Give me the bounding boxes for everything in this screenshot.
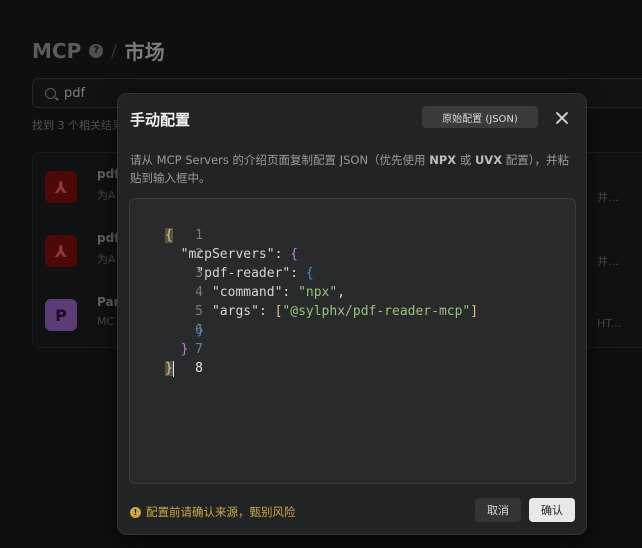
risk-warning: ! 配置前请确认来源，甄别风险 bbox=[130, 504, 296, 520]
manual-config-dialog: 手动配置 原始配置 (JSON) 请从 MCP Servers 的介绍页面复制配… bbox=[117, 93, 587, 535]
code-line: 6 } bbox=[130, 302, 204, 338]
desc-npx: NPX bbox=[429, 153, 457, 167]
warning-text: 配置前请确认来源，甄别风险 bbox=[146, 505, 296, 519]
dialog-description: 请从 MCP Servers 的介绍页面复制配置 JSON（优先使用 NPX 或… bbox=[130, 151, 574, 187]
dialog-title: 手动配置 bbox=[130, 111, 191, 129]
key-pdf-reader: "pdf-reader" bbox=[196, 266, 291, 281]
cancel-button[interactable]: 取消 bbox=[475, 498, 521, 522]
code-line: 3 "pdf-reader": { bbox=[130, 245, 314, 281]
code-line: 4 "command": "npx", bbox=[130, 264, 345, 300]
close-icon[interactable] bbox=[554, 110, 570, 126]
key-command: "command" bbox=[211, 285, 283, 300]
raw-json-button[interactable]: 原始配置 (JSON) bbox=[422, 106, 538, 128]
code-line: 5 "args": ["@sylphx/pdf-reader-mcp"] bbox=[130, 283, 478, 319]
text-cursor bbox=[172, 360, 175, 377]
code-line: 2 "mcpServers": { bbox=[130, 226, 298, 262]
key-args: "args" bbox=[211, 304, 259, 319]
json-editor[interactable]: 1{ 2 "mcpServers": { 3 "pdf-reader": { 4… bbox=[129, 198, 576, 484]
desc-text: 请从 MCP Servers 的介绍页面复制配置 JSON（优先使用 bbox=[130, 153, 430, 167]
value-args: "@sylphx/pdf-reader-mcp" bbox=[282, 304, 471, 319]
desc-uvx: UVX bbox=[474, 153, 503, 167]
warning-icon: ! bbox=[130, 506, 141, 518]
code-line: 7 } bbox=[130, 321, 203, 357]
value-command: "npx" bbox=[298, 285, 338, 300]
code-line: 1{ bbox=[165, 228, 203, 243]
line-number: 8 bbox=[195, 361, 203, 376]
desc-text: 或 bbox=[456, 153, 475, 167]
code-line: 8} bbox=[165, 360, 203, 377]
confirm-button[interactable]: 确认 bbox=[529, 498, 575, 522]
